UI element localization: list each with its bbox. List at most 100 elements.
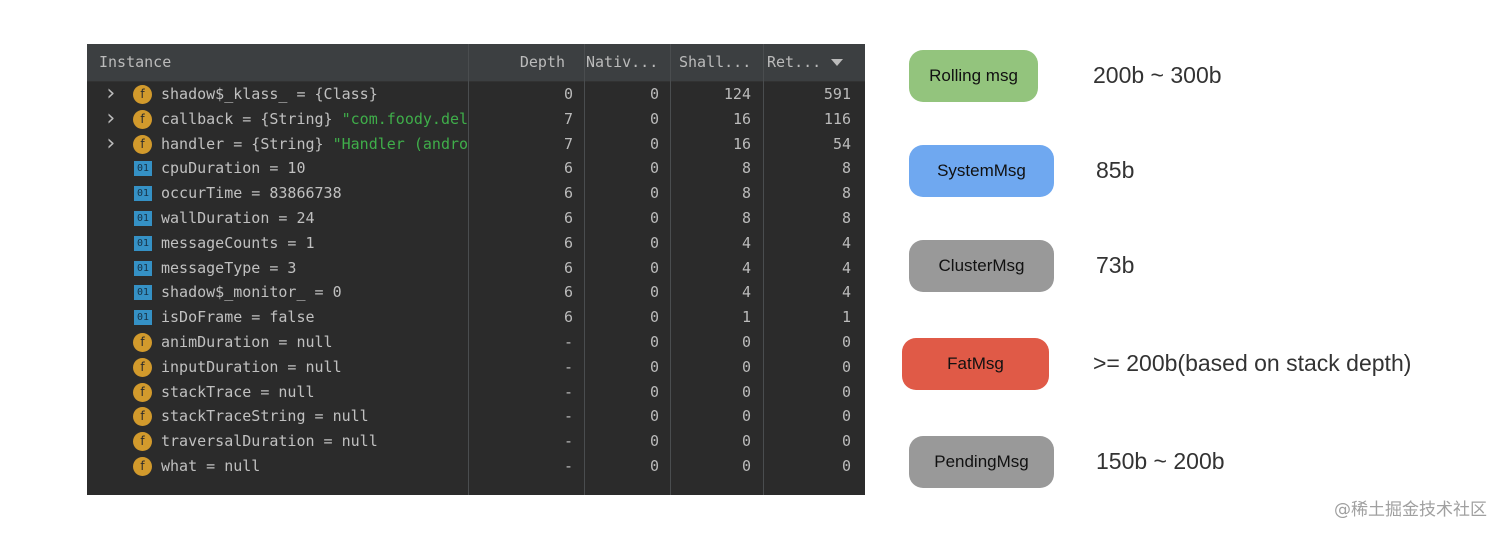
native-size-value: 0 [649,432,659,451]
table-row[interactable]: f traversalDuration = null - 0 0 0 [87,429,865,454]
instance-name: stackTrace = null [161,380,469,405]
table-row[interactable]: 01 shadow$_monitor_ = 0 6 0 4 4 [87,280,865,305]
field-icon: f [133,85,152,104]
retained-size-value: 0 [841,456,851,475]
table-row[interactable]: 01 wallDuration = 24 6 0 8 8 [87,206,865,231]
depth-value: - [563,432,573,451]
native-size-value: 0 [649,85,659,103]
instance-name: messageType = 3 [161,256,469,281]
shallow-size-value: 4 [741,233,751,252]
depth-value: - [563,456,573,475]
retained-size-value: 0 [841,407,851,426]
field-icon: f [133,109,152,129]
retained-size-value: 0 [841,382,851,401]
field-label: stackTraceString = null [161,407,369,426]
field-label: handler = {String} [161,134,333,153]
instance-name: callback = {String} "com.foody.deli [161,107,469,132]
native-size-value: 0 [649,258,659,277]
watermark: @稀土掘金技术社区 [1334,500,1487,520]
retained-size-value: 591 [823,85,851,103]
depth-value: 6 [563,159,573,178]
primitive-field-icon: 01 [134,260,152,276]
column-header-instance[interactable]: Instance [91,44,469,81]
field-label: traversalDuration = null [161,432,378,451]
depth-value: 0 [563,85,573,103]
native-size-value: 0 [649,456,659,475]
legend-size: 150b ~ 200b [1096,448,1225,474]
retained-size-value: 116 [823,109,851,128]
table-row[interactable]: f what = null - 0 0 0 [87,454,865,479]
column-header-native[interactable]: Nativ... [578,44,668,81]
field-icon: f [133,382,152,402]
instance-name: isDoFrame = false [161,305,469,330]
depth-value: - [563,332,573,351]
native-size-value: 0 [649,184,659,203]
primitive-field-icon: 01 [134,285,152,301]
column-header-depth[interactable]: Depth [469,44,573,81]
field-icon: f [133,432,152,452]
table-body: › f shadow$_klass_ = {Class} 0 0 124 591 › f call… [87,81,865,479]
retained-size-value: 8 [841,159,851,178]
legend-badge: Rolling msg [909,50,1038,102]
table-row[interactable]: f inputDuration = null - 0 0 0 [87,355,865,380]
table-row[interactable]: 01 occurTime = 83866738 6 0 8 8 [87,181,865,206]
field-label: shadow$_monitor_ = 0 [161,283,342,302]
instance-name: traversalDuration = null [161,429,469,454]
instance-name: occurTime = 83866738 [161,181,469,206]
depth-value: - [563,407,573,426]
native-size-value: 0 [649,159,659,178]
chevron-right-icon[interactable]: › [104,131,117,157]
field-icon: f [133,357,152,377]
primitive-field-icon: 01 [134,310,152,326]
field-label: callback = {String} [161,109,342,128]
table-row[interactable]: 01 messageType = 3 6 0 4 4 [87,256,865,281]
column-header-shallow[interactable]: Shall... [671,44,761,81]
retained-size-value: 0 [841,432,851,451]
table-row[interactable]: › f callback = {String} "com.foody.deli 7 0 1… [87,106,865,132]
shallow-size-value: 0 [741,332,751,351]
table-row[interactable]: 01 messageCounts = 1 6 0 4 4 [87,231,865,256]
table-row[interactable]: 01 isDoFrame = false 6 0 1 1 [87,305,865,330]
field-label: isDoFrame = false [161,308,315,327]
chevron-right-icon[interactable]: › [104,81,117,107]
shallow-size-value: 16 [732,109,751,128]
primitive-field-icon: 01 [134,235,152,251]
shallow-size-value: 8 [741,159,751,178]
table-row[interactable]: › f handler = {String} "Handler (android 7 0… [87,131,865,157]
native-size-value: 0 [649,283,659,302]
shallow-size-value: 0 [741,407,751,426]
shallow-size-value: 8 [741,208,751,227]
retained-size-value: 54 [832,134,851,153]
retained-size-value: 8 [841,208,851,227]
field-label: occurTime = 83866738 [161,184,342,203]
shallow-size-value: 0 [741,456,751,475]
field-label: messageType = 3 [161,258,297,277]
table-row[interactable]: f animDuration = null - 0 0 0 [87,330,865,355]
field-icon: f [133,456,152,476]
native-size-value: 0 [649,109,659,128]
native-size-value: 0 [649,382,659,401]
legend-size: >= 200b(based on stack depth) [1093,350,1412,376]
chevron-right-icon[interactable]: › [104,106,117,132]
legend-badge: FatMsg [902,338,1049,390]
retained-size-value: 1 [841,308,851,327]
depth-value: 6 [563,258,573,277]
table-row[interactable]: › f shadow$_klass_ = {Class} 0 0 124 591 [87,81,865,107]
depth-value: 6 [563,233,573,252]
table-row[interactable]: f stackTraceString = null - 0 0 0 [87,404,865,429]
field-label: wallDuration = 24 [161,208,315,227]
field-icon: f [133,407,152,427]
table-row[interactable]: 01 cpuDuration = 10 6 0 8 8 [87,156,865,181]
depth-value: - [563,357,573,376]
instance-name: shadow$_monitor_ = 0 [161,280,469,305]
field-label: messageCounts = 1 [161,233,315,252]
field-icon: f [133,134,152,154]
field-label: animDuration = null [161,332,333,351]
retained-size-value: 4 [841,233,851,252]
column-header-retained[interactable]: Ret... [759,44,829,81]
table-row[interactable]: f stackTrace = null - 0 0 0 [87,380,865,405]
table-header: Instance Depth Nativ... Shall... Ret... [87,44,865,82]
sort-descending-icon[interactable] [831,59,843,66]
retained-size-value: 4 [841,283,851,302]
native-size-value: 0 [649,357,659,376]
